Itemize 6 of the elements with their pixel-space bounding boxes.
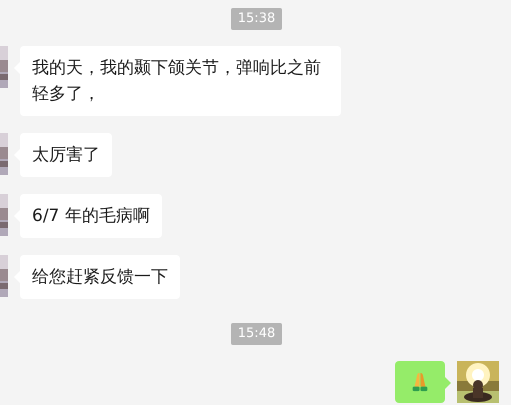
timestamp: 15:38: [230, 8, 282, 30]
message-bubble: 太厉害了: [20, 133, 112, 177]
message-bubble: 我的天，我的颞下颌关节，弹响比之前轻多了，: [20, 46, 341, 116]
message-bubble: 给您赶紧反馈一下: [20, 255, 180, 299]
message-bubble: 6/7 年的毛病啊: [20, 194, 162, 238]
timestamp: 15:48: [230, 323, 282, 345]
